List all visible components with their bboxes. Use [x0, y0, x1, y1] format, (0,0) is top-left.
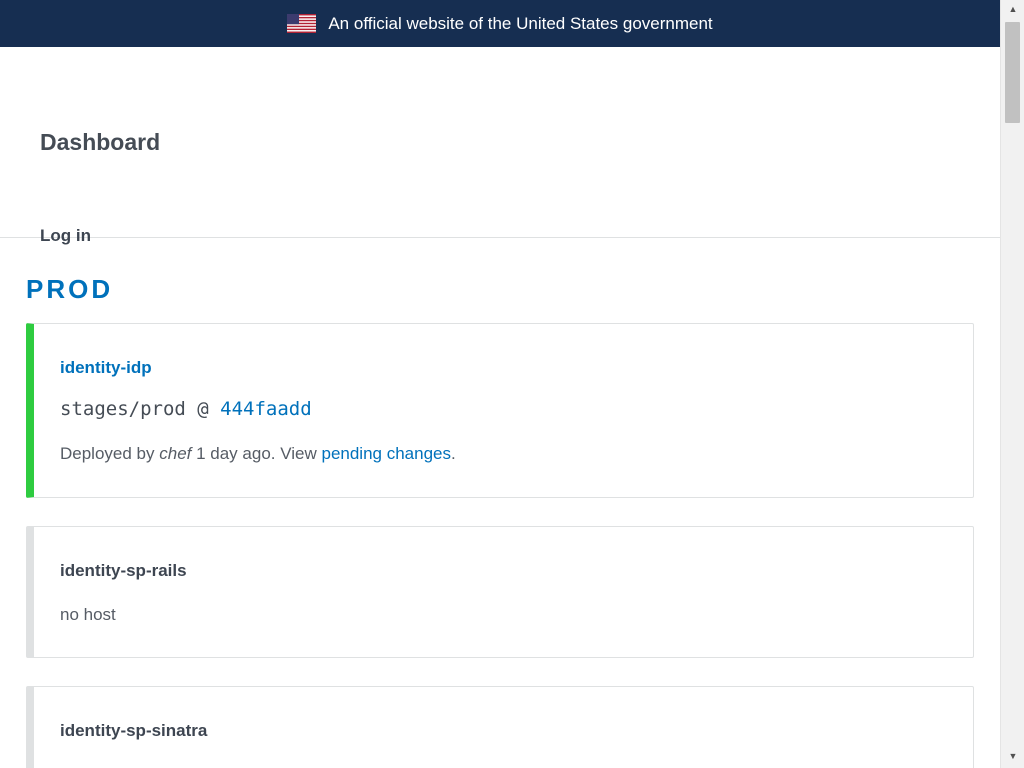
deploy-card-identity-sp-sinatra: identity-sp-sinatra	[26, 686, 974, 768]
commit-sha-link[interactable]: 444faadd	[220, 398, 312, 420]
scroll-down-arrow-icon[interactable]: ▼	[1001, 747, 1024, 764]
branch-label: stages/prod @	[60, 398, 221, 420]
deploy-card-identity-idp: identity-idp stages/prod @ 444faadd Depl…	[26, 323, 974, 498]
page-scrollbar[interactable]: ▲ ▼	[1000, 0, 1024, 768]
page-title[interactable]: Dashboard	[40, 129, 160, 156]
card-name-link[interactable]: identity-idp	[60, 358, 152, 378]
pending-changes-link[interactable]: pending changes	[321, 444, 451, 463]
meta-text: Deployed by	[60, 444, 160, 463]
meta-text: .	[451, 444, 456, 463]
deploy-ref: stages/prod @ 444faadd	[60, 398, 312, 420]
meta-text: 1 day ago. View	[191, 444, 322, 463]
card-name: identity-sp-rails	[60, 561, 187, 580]
deployer-name: chef	[159, 444, 192, 463]
scrollbar-thumb[interactable]	[1005, 22, 1020, 123]
no-host-text: no host	[60, 605, 116, 624]
gov-banner: An official website of the United States…	[0, 0, 1000, 47]
scroll-up-arrow-icon[interactable]: ▲	[1001, 0, 1024, 17]
us-flag-icon	[287, 14, 317, 33]
deploy-card-identity-sp-rails: identity-sp-rails no host	[26, 526, 974, 658]
login-link[interactable]: Log in	[40, 226, 91, 246]
page: An official website of the United States…	[0, 0, 1000, 768]
banner-text: An official website of the United States…	[328, 13, 713, 33]
site-header: Dashboard Log in	[0, 47, 1000, 245]
card-name: identity-sp-sinatra	[60, 721, 208, 740]
section-title: PROD	[26, 274, 114, 304]
deploy-meta: Deployed by chef 1 day ago. View pending…	[60, 444, 456, 464]
